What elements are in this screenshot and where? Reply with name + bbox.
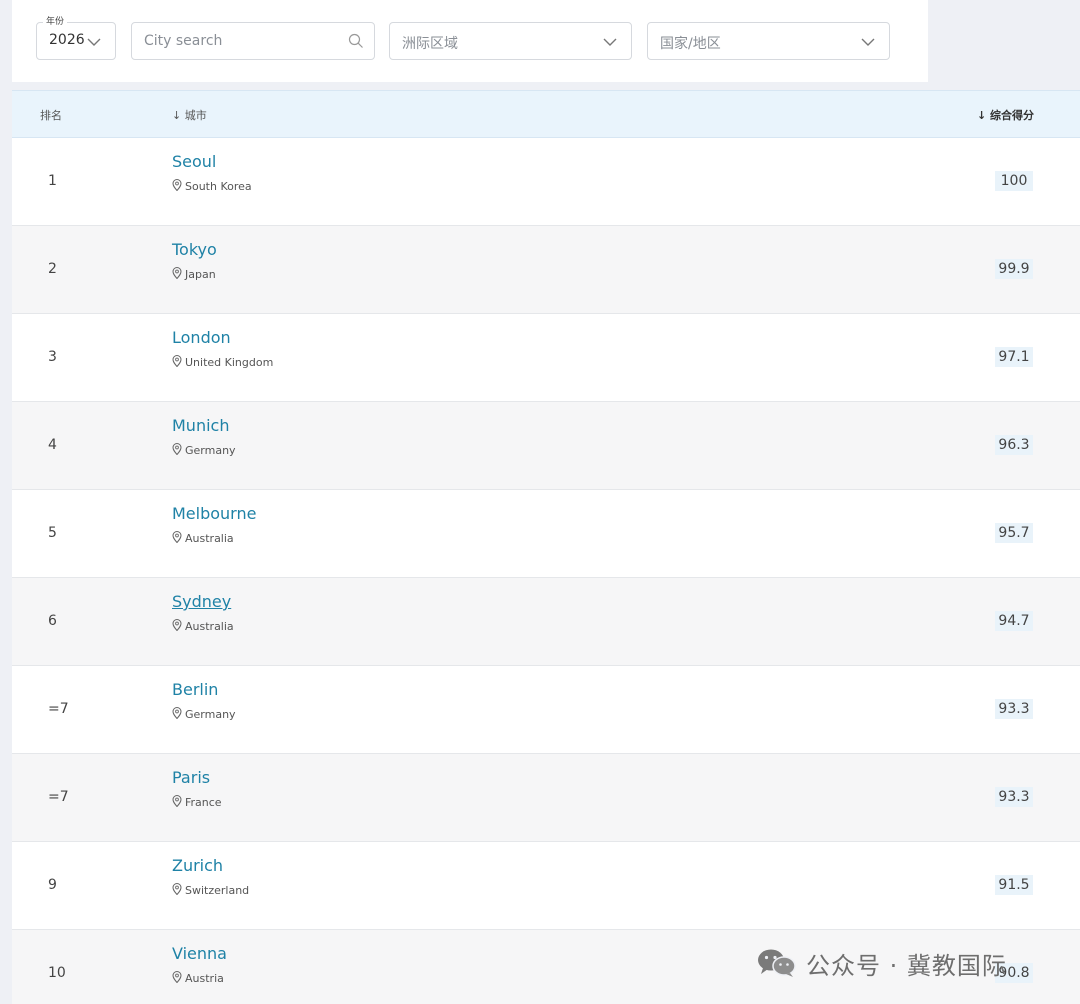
- country-name: Germany: [185, 444, 236, 457]
- table-row: =7 Paris France 93.3: [12, 754, 1080, 842]
- country-label: Austria: [172, 971, 224, 985]
- table-body: 1 Seoul South Korea 100 2 Tokyo Japan 99…: [12, 138, 1080, 1004]
- score-badge: 96.3: [995, 435, 1033, 455]
- table-row: 6 Sydney Australia 94.7: [12, 578, 1080, 666]
- rank-cell: =7: [48, 789, 69, 805]
- country-label: Germany: [172, 707, 236, 721]
- table-row: =7 Berlin Germany 93.3: [12, 666, 1080, 754]
- country-label: United Kingdom: [172, 355, 273, 369]
- rank-cell: =7: [48, 701, 69, 717]
- location-pin-icon: [172, 795, 182, 807]
- table-row: 1 Seoul South Korea 100: [12, 138, 1080, 226]
- year-select[interactable]: 年份 2026: [36, 15, 116, 60]
- watermark-text: 公众号 · 冀教国际: [806, 951, 1007, 980]
- rank-cell: 1: [48, 173, 57, 189]
- header-city-sort[interactable]: ↓ 城市: [172, 107, 207, 123]
- city-link[interactable]: Paris: [172, 768, 210, 787]
- header-rank: 排名: [40, 109, 62, 122]
- header-score-sort[interactable]: ↓ 综合得分: [977, 107, 1034, 123]
- score-badge: 99.9: [995, 259, 1033, 279]
- rank-cell: 10: [48, 965, 66, 981]
- country-name: Germany: [185, 708, 236, 721]
- city-link[interactable]: Sydney: [172, 592, 231, 611]
- location-pin-icon: [172, 883, 182, 895]
- location-pin-icon: [172, 619, 182, 631]
- wechat-icon: [758, 949, 796, 977]
- country-label: Switzerland: [172, 883, 249, 897]
- city-link[interactable]: London: [172, 328, 231, 347]
- rank-cell: 3: [48, 349, 57, 365]
- city-search-placeholder: City search: [144, 33, 223, 49]
- year-label: 年份: [43, 15, 68, 29]
- table-row: 4 Munich Germany 96.3: [12, 402, 1080, 490]
- filter-bar: 年份 2026 City search 洲际区域 国家/地区: [12, 0, 928, 82]
- city-link[interactable]: Vienna: [172, 944, 227, 963]
- location-pin-icon: [172, 531, 182, 543]
- rank-cell: 5: [48, 525, 57, 541]
- region-select[interactable]: 洲际区域: [389, 22, 632, 60]
- score-badge: 94.7: [995, 611, 1033, 631]
- country-label: Germany: [172, 443, 236, 457]
- table-header: 排名 ↓ 城市 ↓ 综合得分: [12, 90, 1080, 138]
- country-name: Australia: [185, 532, 234, 545]
- score-badge: 100: [995, 171, 1033, 191]
- country-placeholder: 国家/地区: [660, 36, 721, 52]
- city-link[interactable]: Zurich: [172, 856, 223, 875]
- table-row: 5 Melbourne Australia 95.7: [12, 490, 1080, 578]
- country-name: Japan: [185, 268, 216, 281]
- location-pin-icon: [172, 707, 182, 719]
- city-link[interactable]: Berlin: [172, 680, 218, 699]
- country-name: Austria: [185, 972, 224, 985]
- wechat-watermark: 公众号 · 冀教国际: [756, 946, 1007, 980]
- country-name: United Kingdom: [185, 356, 274, 369]
- country-name: Australia: [185, 620, 234, 633]
- rank-cell: 9: [48, 877, 57, 893]
- search-icon[interactable]: [348, 33, 364, 49]
- country-name: Switzerland: [185, 884, 250, 897]
- country-label: Japan: [172, 267, 216, 281]
- region-placeholder: 洲际区域: [402, 36, 458, 52]
- table-row: 9 Zurich Switzerland 91.5: [12, 842, 1080, 930]
- country-label: South Korea: [172, 179, 252, 193]
- rank-cell: 6: [48, 613, 57, 629]
- city-link[interactable]: Seoul: [172, 152, 216, 171]
- city-link[interactable]: Melbourne: [172, 504, 256, 523]
- chevron-down-icon: [603, 38, 617, 46]
- country-name: France: [185, 796, 222, 809]
- table-row: 2 Tokyo Japan 99.9: [12, 226, 1080, 314]
- country-name: South Korea: [185, 180, 252, 193]
- score-badge: 95.7: [995, 523, 1033, 543]
- rank-cell: 2: [48, 261, 57, 277]
- city-link[interactable]: Munich: [172, 416, 229, 435]
- location-pin-icon: [172, 443, 182, 455]
- score-badge: 93.3: [995, 787, 1033, 807]
- location-pin-icon: [172, 179, 182, 191]
- location-pin-icon: [172, 355, 182, 367]
- score-badge: 97.1: [995, 347, 1033, 367]
- rank-cell: 4: [48, 437, 57, 453]
- city-link[interactable]: Tokyo: [172, 240, 217, 259]
- country-label: Australia: [172, 619, 234, 633]
- chevron-down-icon: [861, 38, 875, 46]
- chevron-down-icon: [87, 38, 101, 46]
- ranking-table: 排名 ↓ 城市 ↓ 综合得分 1 Seoul South Korea 100 2…: [12, 90, 1080, 1004]
- country-label: France: [172, 795, 222, 809]
- score-badge: 91.5: [995, 875, 1033, 895]
- table-row: 3 London United Kingdom 97.1: [12, 314, 1080, 402]
- country-label: Australia: [172, 531, 234, 545]
- location-pin-icon: [172, 267, 182, 279]
- country-select[interactable]: 国家/地区: [647, 22, 890, 60]
- location-pin-icon: [172, 971, 182, 983]
- year-value: 2026: [49, 32, 85, 48]
- score-badge: 93.3: [995, 699, 1033, 719]
- city-search-input[interactable]: City search: [131, 22, 375, 60]
